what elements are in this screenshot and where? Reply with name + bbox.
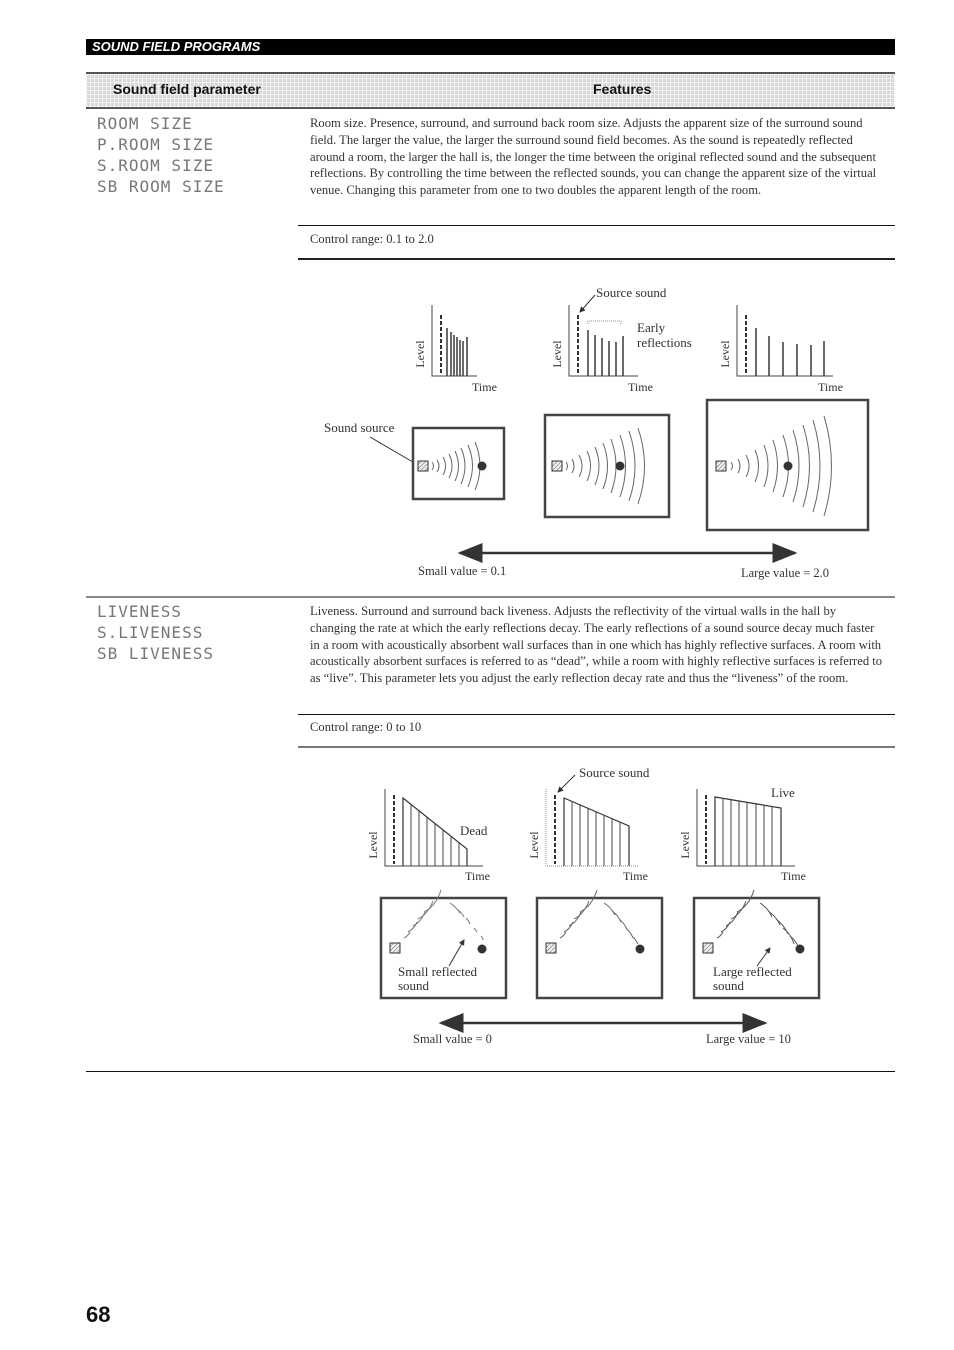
small-reflected-label: Small reflected [398, 964, 478, 979]
small-reflected-label-line2: sound [398, 978, 430, 993]
room-large-reflection: Large reflected sound [692, 889, 821, 1000]
listener-icon [477, 944, 487, 954]
reflection-bars [571, 801, 621, 866]
x-axis-label: Time [781, 869, 806, 883]
large-value-label: Large value = 10 [706, 1032, 791, 1046]
liveness-figure: Dead Level Time Source sound Level Time … [366, 765, 821, 1046]
listener-icon [795, 944, 805, 954]
page-number: 68 [86, 1302, 111, 1327]
x-axis-label: Time [623, 869, 648, 883]
room-medium-reflection [535, 889, 664, 1000]
decay-graph-medium: Source sound Level Time [527, 765, 650, 883]
table-bottom-divider [86, 1071, 895, 1072]
listener-icon [635, 944, 645, 954]
reflection-bars [722, 798, 773, 866]
y-axis-label: Level [678, 831, 692, 859]
reflection-bars [410, 805, 460, 866]
decay-graph-live: Live Level Time [678, 785, 806, 883]
x-axis-label: Time [465, 869, 490, 883]
speaker-icon [702, 942, 714, 954]
large-reflected-label: Large reflected [713, 964, 792, 979]
source-sound-pointer [557, 774, 576, 793]
small-value-label: Small value = 0 [413, 1032, 492, 1046]
speaker-icon [545, 942, 557, 954]
decay-envelope [714, 796, 782, 866]
y-axis-label: Level [527, 831, 541, 859]
live-label: Live [771, 785, 795, 800]
large-reflected-label-line2: sound [713, 978, 745, 993]
room-small-reflection: Small reflected sound [379, 889, 508, 1000]
y-axis-label: Level [366, 831, 380, 859]
dead-label: Dead [460, 823, 488, 838]
decay-graph-dead: Dead Level Time [366, 789, 490, 883]
source-sound-label: Source sound [579, 765, 650, 780]
speaker-icon [389, 942, 401, 954]
